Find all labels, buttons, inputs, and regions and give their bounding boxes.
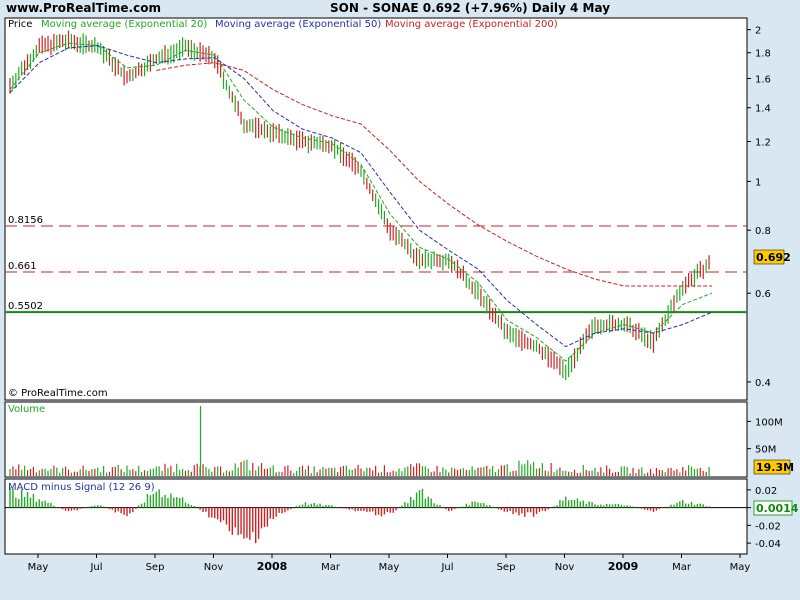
price-tick-label: 2 — [755, 26, 761, 37]
legend-ema50: Moving average (Exponential 50) — [215, 19, 381, 30]
macd-tick-label: -0.02 — [755, 521, 781, 532]
volume-panel — [4, 401, 748, 478]
price-tick-label: 0.6 — [755, 289, 771, 300]
x-tick-label: Jul — [89, 562, 102, 573]
price-tick-label: 1.6 — [755, 75, 771, 86]
price-tick-label: 0.4 — [755, 378, 771, 389]
volume-tick-label: 100M — [755, 417, 783, 428]
copyright: © ProRealTime.com — [8, 388, 108, 399]
volume-tick-label: 50M — [755, 445, 776, 456]
last-macd-value: 0.0014 — [756, 502, 799, 515]
price-label: Price — [8, 19, 32, 30]
x-tick-label: May — [730, 562, 751, 573]
price-tick-label: 1.4 — [755, 104, 771, 115]
price-tick-label: 1.2 — [755, 137, 771, 148]
x-tick-label: Jul — [440, 562, 453, 573]
x-tick-label: 2009 — [608, 560, 639, 573]
x-tick-label: Nov — [555, 562, 575, 573]
level-label-1: 0.661 — [8, 261, 37, 272]
price-panel — [4, 17, 748, 401]
macd-label: MACD minus Signal (12 26 9) — [8, 482, 155, 493]
last-volume-value: 19.3M — [756, 461, 794, 474]
last-price-value: 0.692 — [756, 251, 791, 264]
x-tick-label: May — [379, 562, 400, 573]
macd-tick-label: -0.04 — [755, 539, 781, 550]
chart-svg: 0.8156 0.661 0.5502 2 1.8 1.6 1.4 1.2 1 0.8 0.6 0.… — [4, 17, 799, 573]
x-tick-label: Mar — [321, 562, 341, 573]
x-tick-label: Nov — [204, 562, 224, 573]
x-tick-label: 2008 — [257, 560, 288, 573]
level-label-2: 0.5502 — [8, 301, 43, 312]
macd-tick-label: 0.02 — [755, 486, 777, 497]
price-tick-label: 0.8 — [755, 226, 771, 237]
x-tick-label: Sep — [146, 562, 165, 573]
legend-ema200: Moving average (Exponential 200) — [385, 19, 558, 30]
x-tick-label: Sep — [497, 562, 516, 573]
price-tick-label: 1.8 — [755, 49, 771, 60]
volume-label: Volume — [8, 404, 45, 415]
legend-ema20: Moving average (Exponential 20) — [41, 19, 207, 30]
level-label-0: 0.8156 — [8, 215, 43, 226]
x-tick-label: Mar — [672, 562, 692, 573]
x-tick-label: May — [28, 562, 49, 573]
price-tick-label: 1 — [755, 177, 761, 188]
